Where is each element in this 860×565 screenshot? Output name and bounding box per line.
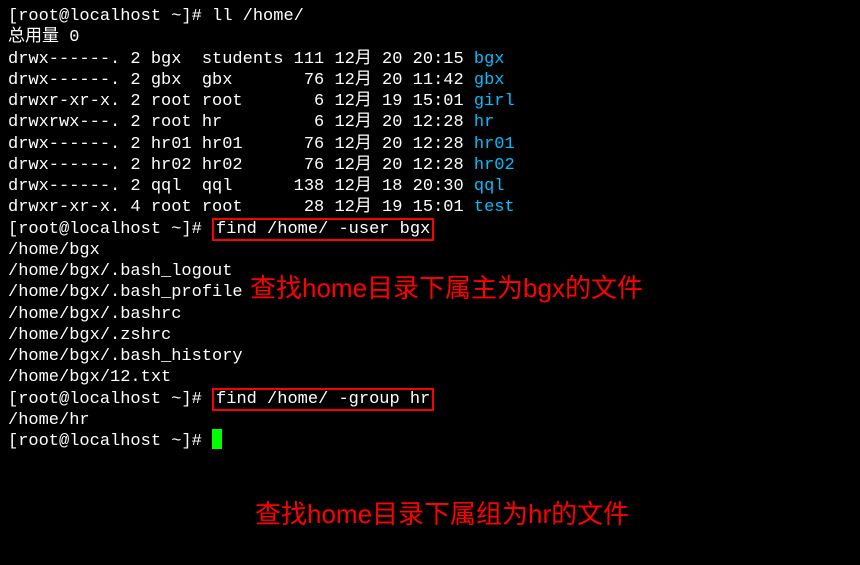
file-perms: drwx------. 2 hr01 hr01 76 12月 20 12:28	[8, 135, 474, 154]
listing-row: drwxr-xr-x. 2 root root 6 12月 19 15:01 g…	[8, 91, 852, 112]
file-perms: drwxr-xr-x. 2 root root 6 12月 19 15:01	[8, 92, 474, 111]
listing-row: drwxr-xr-x. 4 root root 28 12月 19 15:01 …	[8, 197, 852, 218]
prompt-line[interactable]: [root@localhost ~]#	[8, 431, 852, 452]
command-highlighted: find /home/ -group hr	[212, 388, 434, 411]
file-perms: drwx------. 2 qql qql 138 12月 18 20:30	[8, 177, 474, 196]
file-perms: drwx------. 2 bgx students 111 12月 20 20…	[8, 50, 474, 69]
listing-row: drwx------. 2 gbx gbx 76 12月 20 11:42 gb…	[8, 70, 852, 91]
file-perms: drwx------. 2 hr02 hr02 76 12月 20 12:28	[8, 156, 474, 175]
result-line: /home/hr	[8, 410, 852, 431]
result-line: /home/bgx/.bashrc	[8, 304, 852, 325]
file-name: gbx	[474, 71, 505, 90]
file-name: qql	[474, 177, 505, 196]
annotation-1: 查找home目录下属主为bgx的文件	[250, 272, 643, 305]
listing-row: drwx------. 2 bgx students 111 12月 20 20…	[8, 49, 852, 70]
command-line-1: [root@localhost ~]# ll /home/	[8, 6, 852, 27]
command-line-3: [root@localhost ~]# find /home/ -group h…	[8, 389, 852, 410]
listing-row: drwxrwx---. 2 root hr 6 12月 20 12:28 hr	[8, 112, 852, 133]
terminal-output: [root@localhost ~]# ll /home/ 总用量 0 drwx…	[8, 6, 852, 452]
command-line-2: [root@localhost ~]# find /home/ -user bg…	[8, 219, 852, 240]
results-1: /home/bgx/home/bgx/.bash_logout/home/bgx…	[8, 240, 852, 389]
prompt: [root@localhost ~]#	[8, 220, 212, 239]
listing-row: drwx------. 2 hr02 hr02 76 12月 20 12:28 …	[8, 155, 852, 176]
prompt: [root@localhost ~]#	[8, 432, 212, 451]
file-name: bgx	[474, 50, 505, 69]
total-line: 总用量 0	[8, 27, 852, 48]
cursor	[212, 429, 222, 449]
listing: drwx------. 2 bgx students 111 12月 20 20…	[8, 49, 852, 219]
listing-row: drwx------. 2 qql qql 138 12月 18 20:30 q…	[8, 176, 852, 197]
file-perms: drwx------. 2 gbx gbx 76 12月 20 11:42	[8, 71, 474, 90]
listing-row: drwx------. 2 hr01 hr01 76 12月 20 12:28 …	[8, 134, 852, 155]
result-line: /home/bgx/12.txt	[8, 367, 852, 388]
result-line: /home/bgx	[8, 240, 852, 261]
result-line: /home/bgx/.zshrc	[8, 325, 852, 346]
file-name: hr01	[474, 135, 515, 154]
file-name: test	[474, 198, 515, 217]
file-name: girl	[474, 92, 515, 111]
file-name: hr	[474, 113, 494, 132]
file-name: hr02	[474, 156, 515, 175]
command-text: ll /home/	[212, 7, 304, 26]
prompt: [root@localhost ~]#	[8, 7, 212, 26]
file-perms: drwxrwx---. 2 root hr 6 12月 20 12:28	[8, 113, 474, 132]
annotation-2: 查找home目录下属组为hr的文件	[255, 498, 629, 531]
result-line: /home/bgx/.bash_history	[8, 346, 852, 367]
command-highlighted: find /home/ -user bgx	[212, 218, 434, 241]
file-perms: drwxr-xr-x. 4 root root 28 12月 19 15:01	[8, 198, 474, 217]
prompt: [root@localhost ~]#	[8, 390, 212, 409]
results-2: /home/hr	[8, 410, 852, 431]
